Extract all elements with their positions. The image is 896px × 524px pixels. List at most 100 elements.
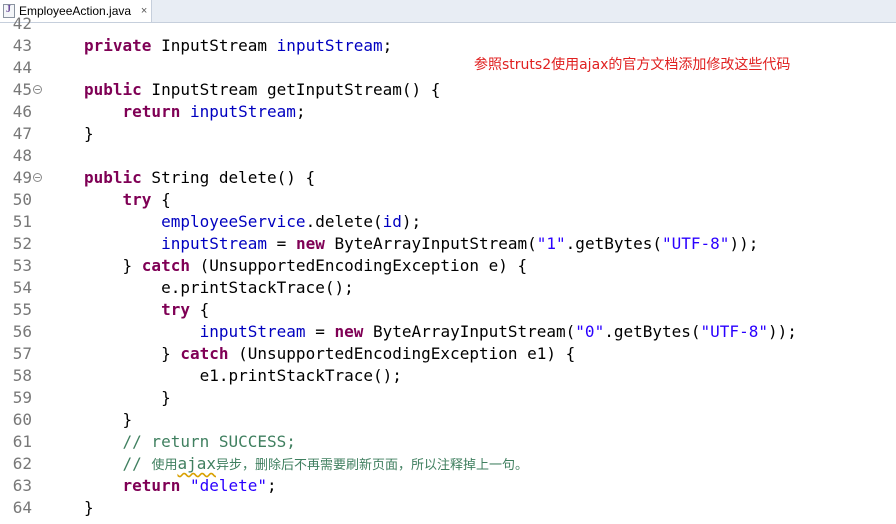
code-token: ); — [401, 212, 422, 231]
code-text: } — [84, 409, 133, 431]
code-token: public — [84, 80, 142, 99]
code-token: 使用 — [151, 458, 178, 473]
fold-toggle-icon[interactable]: − — [33, 173, 42, 182]
code-token: employeeService — [161, 212, 306, 231]
code-token: // — [122, 454, 152, 473]
code-token: public — [84, 168, 142, 187]
code-token: InputStream — [151, 36, 277, 55]
code-line[interactable]: 45− public InputStream getInputStream() { — [0, 79, 896, 101]
code-token: = — [305, 322, 335, 341]
code-line[interactable]: 46 return inputStream; — [0, 101, 896, 123]
code-text: } — [84, 123, 94, 145]
code-token: new — [295, 234, 325, 253]
line-number: 64 — [12, 498, 32, 517]
line-number: 43 — [12, 36, 32, 55]
code-token: new — [334, 322, 364, 341]
code-token: { — [151, 190, 171, 209]
code-line[interactable]: 54 e.printStackTrace(); — [0, 277, 896, 299]
line-number: 54 — [12, 278, 32, 297]
code-line[interactable]: 61 // return SUCCESS; — [0, 431, 896, 453]
code-line[interactable]: 58 e1.printStackTrace(); — [0, 365, 896, 387]
code-line[interactable]: 57 } catch (UnsupportedEncodingException… — [0, 343, 896, 365]
code-line[interactable]: 51 employeeService.delete(id); — [0, 211, 896, 233]
code-token: return — [122, 476, 181, 495]
code-token: } — [84, 410, 133, 429]
code-line[interactable]: 47} — [0, 123, 896, 145]
code-token: 异步，删除后不再需要刷新页面，所以注释掉上一句。 — [215, 458, 528, 473]
code-text: // return SUCCESS; — [84, 431, 296, 453]
code-token: InputStream getInputStream() { — [141, 80, 441, 99]
code-line[interactable]: 59 } — [0, 387, 896, 409]
code-text: e.printStackTrace(); — [84, 277, 354, 299]
line-number: 60 — [12, 410, 32, 429]
line-number: 53 — [12, 256, 32, 275]
line-number: 62 — [12, 454, 32, 473]
code-text: e1.printStackTrace(); — [84, 365, 402, 387]
code-text: try { — [84, 299, 209, 321]
code-token: )); — [767, 322, 797, 341]
code-text: } — [84, 387, 171, 409]
code-token: e.printStackTrace(); — [84, 278, 354, 297]
code-line[interactable]: 52 inputStream = new ByteArrayInputStrea… — [0, 233, 896, 255]
line-number: 49 — [12, 168, 32, 187]
code-token: ByteArrayInputStream( — [363, 322, 576, 341]
code-line[interactable]: 56 inputStream = new ByteArrayInputStrea… — [0, 321, 896, 343]
code-token: inputStream — [276, 36, 383, 55]
code-token: e1.printStackTrace(); — [84, 366, 402, 385]
code-token: // return SUCCESS; — [122, 432, 296, 451]
code-token: catch — [141, 256, 190, 275]
code-token: return — [122, 102, 181, 121]
code-token: ByteArrayInputStream( — [324, 234, 537, 253]
code-line[interactable]: 50 try { — [0, 189, 896, 211]
code-token: (UnsupportedEncodingException e) { — [189, 256, 528, 275]
code-token: inputStream — [199, 322, 306, 341]
code-line[interactable]: 60 } — [0, 409, 896, 431]
code-text: inputStream = new ByteArrayInputStream("… — [84, 321, 797, 343]
code-token: inputStream — [189, 102, 296, 121]
code-line[interactable]: 53 } catch (UnsupportedEncodingException… — [0, 255, 896, 277]
line-number: 50 — [12, 190, 32, 209]
code-token: catch — [180, 344, 229, 363]
line-number: 45 — [12, 80, 32, 99]
code-editor[interactable]: 42 43 private InputStream inputStream; 44 45… — [0, 14, 896, 524]
fold-toggle-icon[interactable]: − — [33, 85, 42, 94]
line-number: 57 — [12, 344, 32, 363]
code-token: } — [84, 388, 171, 407]
line-number: 51 — [12, 212, 32, 231]
code-line[interactable]: 49− public String delete() { — [0, 167, 896, 189]
code-token: } — [84, 344, 181, 363]
code-line[interactable]: 42 — [0, 13, 896, 35]
code-text: try { — [84, 189, 171, 211]
code-line[interactable]: 55 try { — [0, 299, 896, 321]
code-token: (UnsupportedEncodingException e1) { — [228, 344, 576, 363]
code-line[interactable]: 62 // 使用ajax异步，删除后不再需要刷新页面，所以注释掉上一句。 — [0, 453, 896, 475]
code-token: "delete" — [189, 476, 268, 495]
annotation-note: 参照struts2使用ajax的官方文档添加修改这些代码 — [474, 57, 791, 73]
code-line[interactable]: 64} — [0, 497, 896, 519]
code-text: return inputStream; — [84, 101, 306, 123]
code-line[interactable]: 48 — [0, 145, 896, 167]
code-token: { — [189, 300, 210, 319]
code-text: return "delete"; — [84, 475, 277, 497]
code-token: .getBytes( — [565, 234, 662, 253]
line-number: 47 — [12, 124, 32, 143]
code-token: .delete( — [305, 212, 383, 231]
line-number: 48 — [12, 146, 32, 165]
code-token: try — [161, 300, 190, 319]
code-token: String delete() { — [141, 168, 316, 187]
line-number: 56 — [12, 322, 32, 341]
code-token: )); — [729, 234, 759, 253]
code-token: ajax — [177, 454, 216, 473]
line-number: 52 — [12, 234, 32, 253]
code-token: ; — [295, 102, 306, 121]
code-line[interactable]: 63 return "delete"; — [0, 475, 896, 497]
